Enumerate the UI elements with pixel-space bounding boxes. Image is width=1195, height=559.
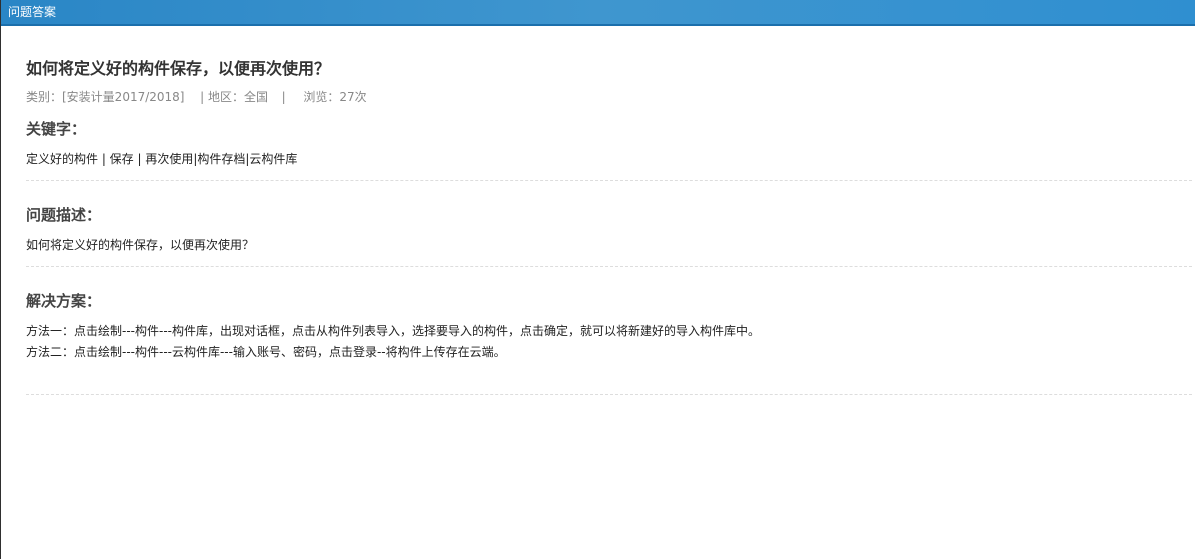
meta-separator: | xyxy=(281,90,286,104)
section-divider xyxy=(26,180,1192,181)
description-heading: 问题描述： xyxy=(26,206,102,224)
question-meta: 类别：[安装计量2017/2018] | 地区：全国 | 浏览：27次 xyxy=(26,88,367,105)
solution-heading: 解决方案： xyxy=(26,292,102,310)
section-divider xyxy=(26,266,1192,267)
section-divider xyxy=(26,394,1192,395)
answer-window: 问题答案 如何将定义好的构件保存，以便再次使用？ 类别：[安装计量2017/20… xyxy=(0,0,1195,559)
window-title: 问题答案 xyxy=(8,5,57,19)
solution-line-1: 方法一：点击绘制---构件---构件库，出现对话框，点击从构件列表导入，选择要导… xyxy=(26,324,760,338)
keywords-text: 定义好的构件 | 保存 | 再次使用|构件存档|云构件库 xyxy=(26,152,298,166)
question-title: 如何将定义好的构件保存，以便再次使用？ xyxy=(26,59,331,78)
keywords-heading: 关键字： xyxy=(26,120,87,138)
meta-category: 类别：[安装计量2017/2018] xyxy=(26,90,185,104)
solution-line-2: 方法二：点击绘制---构件---云构件库---输入账号、密码，点击登录--将构件… xyxy=(26,345,506,359)
meta-region: | 地区：全国 xyxy=(200,90,269,104)
description-text: 如何将定义好的构件保存，以便再次使用？ xyxy=(26,238,255,252)
meta-views: 浏览：27次 xyxy=(303,90,367,104)
title-bar: 问题答案 xyxy=(1,0,1195,26)
